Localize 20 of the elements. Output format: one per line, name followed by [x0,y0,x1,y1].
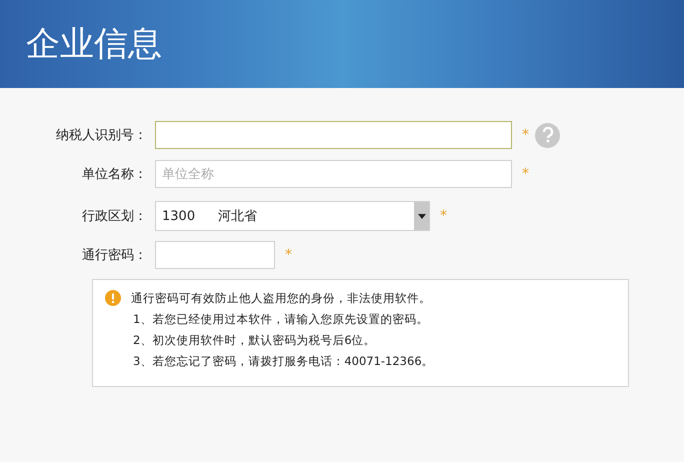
note-text: 通行密码可有效防止他人盗用您的身份，非法使用软件。 [131,290,431,306]
note-item: 2、初次使用软件时，默认密码为税号后6位。 [132,333,377,348]
page-title: 企业信息 [26,23,162,66]
field-label: 单位名称： [81,166,148,183]
warning-icon [105,290,121,306]
region-dropdown[interactable]: 1300 河北省 [155,201,430,231]
input-field[interactable] [155,241,275,269]
field-label: 通行密码： [81,247,148,264]
required-mark: * [522,127,529,143]
required-mark: * [440,208,447,224]
field-label: 行政区划： [81,208,148,225]
caret-icon [418,214,426,218]
help-icon[interactable] [535,122,560,148]
input-field[interactable]: 单位全称 [155,160,512,188]
note-item: 3、若您忘记了密码，请拨打服务电话：40071-12366。 [132,354,435,369]
required-mark: * [285,247,292,263]
required-mark: * [522,166,529,182]
field-label: 纳税人识别号： [55,127,148,144]
input-field[interactable] [155,121,512,149]
note-item: 1、若您已经使用过本软件，请输入您原先设置的密码。 [132,312,430,327]
